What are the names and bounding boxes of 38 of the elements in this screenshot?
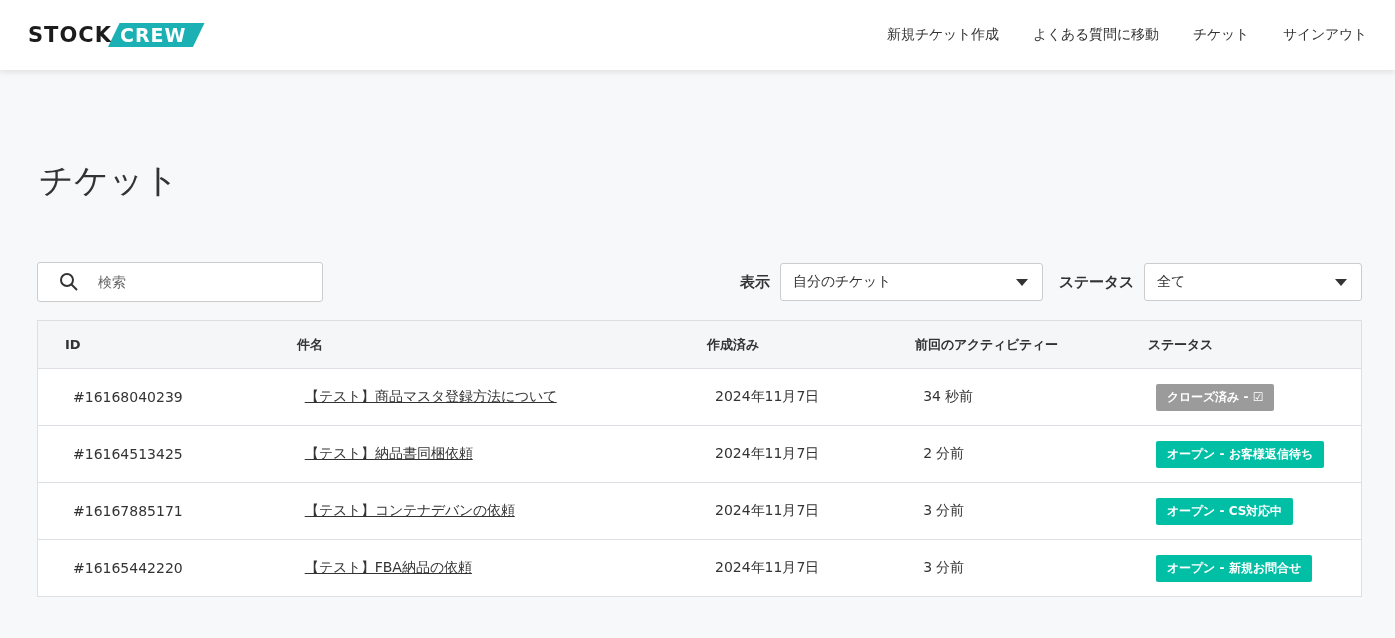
ticket-link[interactable]: 【テスト】納品書同梱依頼 <box>304 445 473 461</box>
table-cell: #16165442220 <box>37 539 270 597</box>
table-cell: #16167885171 <box>37 482 270 540</box>
nav-link[interactable]: 新規チケット作成 <box>887 26 999 44</box>
table-cell: 3 分前 <box>888 482 1122 540</box>
search-icon <box>59 272 79 292</box>
table-cell: 2024年11月7日 <box>679 482 889 540</box>
table-cell: 3 分前 <box>888 539 1122 597</box>
caret-icon <box>1335 278 1347 286</box>
search-field[interactable]: 検索 <box>37 262 323 302</box>
filter-label: ステータス <box>1059 272 1134 292</box>
column-header: 前回のアクティビティー <box>888 320 1122 369</box>
ticket-link[interactable]: 【テスト】コンテナデバンの依頼 <box>304 502 515 518</box>
table-cell: #16168040239 <box>37 368 270 426</box>
filter-dropdown[interactable]: 全て <box>1144 263 1362 301</box>
nav-link[interactable]: よくある質問に移動 <box>1033 26 1159 44</box>
caret-icon <box>1016 278 1028 286</box>
status-badge: オープン - 新規お問合せ <box>1156 554 1312 582</box>
ticket-link[interactable]: 【テスト】FBA納品の依頼 <box>304 559 472 575</box>
column-header: ステータス <box>1121 320 1362 369</box>
status-badge: クローズ済み - ☑ <box>1156 383 1275 411</box>
status-badge: オープン - CS対応中 <box>1156 497 1294 525</box>
status-badge: オープン - お客様返信待ち <box>1156 440 1324 468</box>
table-cell: 2024年11月7日 <box>679 539 889 597</box>
column-header: 件名 <box>269 320 680 369</box>
table-cell: 2024年11月7日 <box>679 368 889 426</box>
column-header: 作成済み <box>679 320 889 369</box>
table-cell: 2 分前 <box>888 425 1122 483</box>
nav-link[interactable]: サインアウト <box>1283 26 1367 44</box>
table-cell: #16164513425 <box>37 425 270 483</box>
page-title: チケット <box>39 159 180 202</box>
column-header: ID <box>37 320 270 369</box>
filter-dropdown[interactable]: 自分のチケット <box>780 263 1043 301</box>
table-cell: 34 秒前 <box>888 368 1122 426</box>
ticket-link[interactable]: 【テスト】商品マスタ登録方法について <box>304 388 557 404</box>
table-cell: 2024年11月7日 <box>679 425 889 483</box>
filter-label: 表示 <box>740 272 770 292</box>
nav-link[interactable]: チケット <box>1193 26 1249 44</box>
